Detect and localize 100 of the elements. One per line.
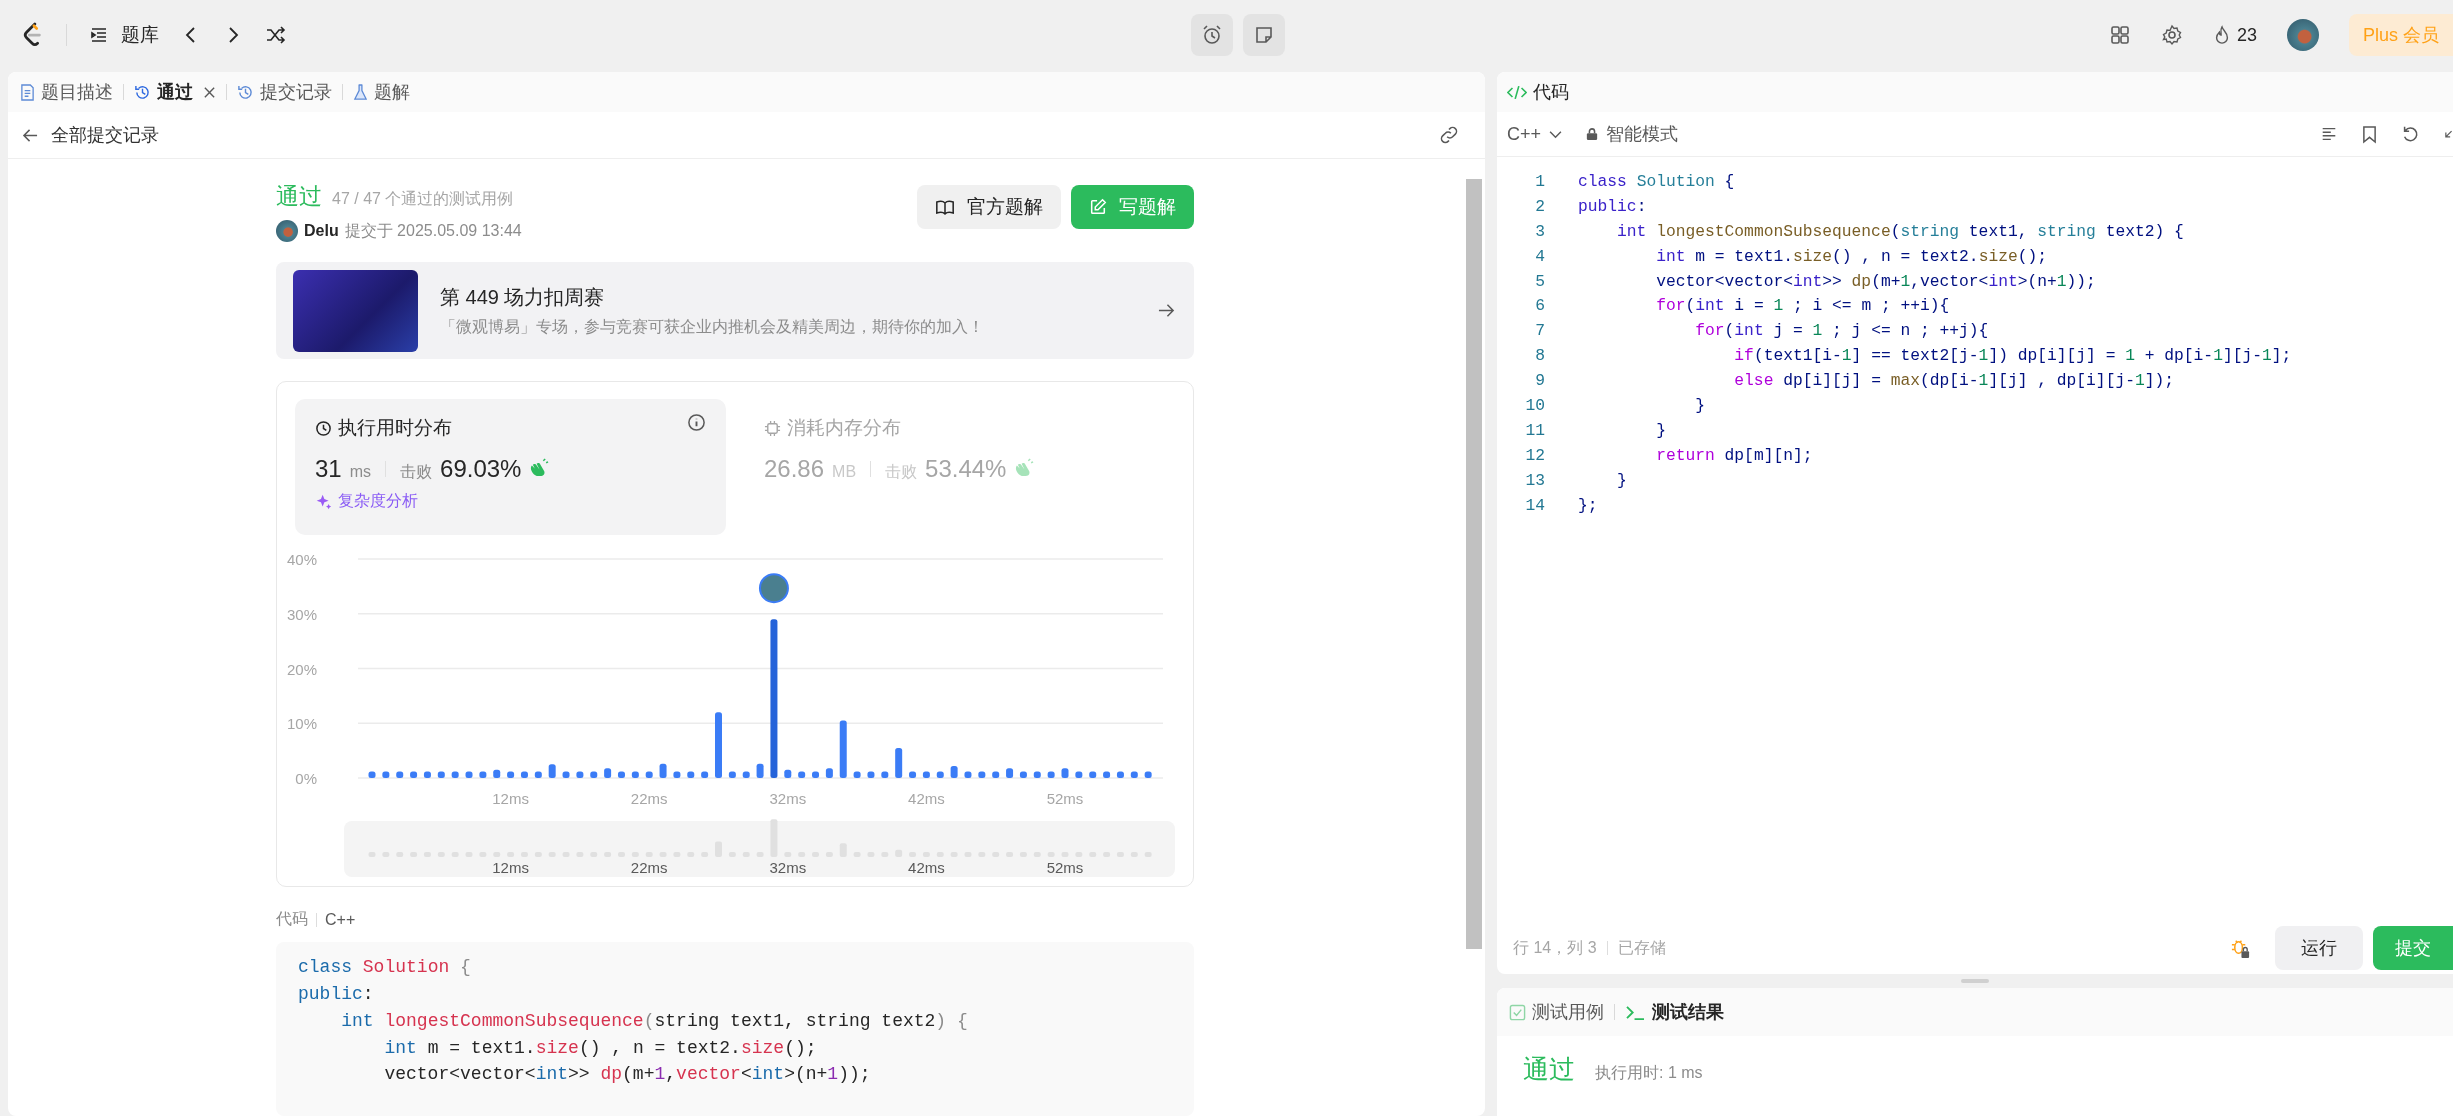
avatar[interactable] <box>2286 19 2319 51</box>
reset-icon[interactable] <box>2401 125 2419 143</box>
sparkle-icon <box>315 493 332 511</box>
code-line: return dp[m][n]; <box>1655 445 1813 465</box>
back-link[interactable]: 全部提交记录 <box>22 123 159 147</box>
beats-label: 击败 <box>400 462 433 483</box>
language-dropdown[interactable]: C++ <box>1507 123 1563 145</box>
panel-tab[interactable]: 提交记录 <box>237 75 332 109</box>
contest-banner[interactable]: 第 449 场力扣周赛 「微观博易」专场，参与竞赛可获企业内推机会及精美周边，期待你的加入！ <box>276 262 1194 360</box>
y-axis-label: 0% <box>295 770 317 788</box>
metric-unit: ms <box>349 463 372 482</box>
smart-mode-button[interactable]: 智能模式 <box>1586 122 1679 146</box>
user-avatar-marker <box>758 573 789 604</box>
submission-status: 通过 <box>276 182 322 211</box>
code-line: class Solution { <box>1578 171 1735 191</box>
book-icon <box>935 198 955 216</box>
code-line: for(int i = 1 ; i <= m ; ++i){ <box>1655 296 1950 316</box>
alarm-button[interactable] <box>1190 14 1233 56</box>
run-button[interactable]: 运行 <box>2275 926 2363 970</box>
bookmark-icon[interactable] <box>2362 124 2377 144</box>
code-line: for(int j = 1 ; j <= n ; ++j){ <box>1694 321 1989 341</box>
line-number: 13 <box>1524 470 1545 490</box>
editor-title: 代码 <box>1533 81 1569 104</box>
code-line: public: <box>1578 196 1647 216</box>
save-status: 已存储 <box>1617 937 1666 958</box>
test-cases-count: 47 / 47 个通过的测试用例 <box>332 189 514 209</box>
code-line: public: <box>298 983 375 1007</box>
username[interactable]: Delu <box>304 222 339 240</box>
shuffle-icon[interactable] <box>265 25 287 45</box>
chip-icon <box>764 419 781 437</box>
x-axis-label: 42ms <box>908 790 945 808</box>
problem-list-button[interactable]: 题库 <box>89 22 159 48</box>
edit-icon <box>1089 198 1107 216</box>
scrollbar-thumb[interactable] <box>1466 179 1482 949</box>
document-icon <box>20 83 35 101</box>
metric-title: 消耗内存分布 <box>787 416 901 441</box>
format-icon[interactable] <box>2320 125 2338 143</box>
console-tab[interactable]: 测试用例 <box>1509 995 1604 1029</box>
submission-time: 提交于 2025.05.09 13:44 <box>344 220 522 241</box>
overview-axis-label: 32ms <box>769 859 807 877</box>
line-number: 3 <box>1534 221 1545 241</box>
clock-icon <box>315 419 332 437</box>
history-icon <box>134 83 151 101</box>
y-axis-label: 30% <box>286 606 317 623</box>
terminal-icon <box>1625 1003 1646 1021</box>
y-axis-label: 20% <box>286 660 317 678</box>
banner-description: 「微观博易」专场，参与竞赛可获企业内推机会及精美周边，期待你的加入！ <box>440 316 985 337</box>
metric-card[interactable]: 执行用时分布 31 ms 击败 69.03% 复杂度分析 <box>295 399 726 536</box>
flask-icon <box>353 83 368 101</box>
overview-axis-label: 42ms <box>908 859 945 877</box>
line-number: 14 <box>1524 495 1545 515</box>
user-avatar <box>276 220 298 242</box>
logo-icon[interactable] <box>22 22 44 48</box>
line-number: 12 <box>1524 445 1545 465</box>
metric-value: 31 <box>315 455 342 484</box>
link-icon[interactable] <box>1439 125 1459 145</box>
note-button[interactable] <box>1242 14 1285 56</box>
grid-icon[interactable] <box>2108 24 2131 46</box>
code-line: int m = text1.size() , n = text2.size(); <box>383 1036 818 1060</box>
line-number: 6 <box>1534 296 1545 316</box>
console-tab[interactable]: 测试结果 <box>1625 995 1724 1029</box>
code-line: int longestCommonSubsequence(string text1, string text2) { <box>340 1009 969 1033</box>
checkbox-icon <box>1509 1003 1526 1021</box>
x-axis-label: 52ms <box>1046 790 1084 808</box>
official-solution-button[interactable]: 官方题解 <box>917 185 1061 229</box>
panel-tab[interactable]: 题目描述 <box>20 75 113 109</box>
clapping-hands-icon <box>529 458 551 478</box>
overview-bar <box>770 819 778 858</box>
code-line: int longestCommonSubsequence(string text1, string text2) { <box>1616 221 2184 241</box>
overview-axis-label: 52ms <box>1046 859 1084 877</box>
y-axis-label: 40% <box>286 551 317 569</box>
line-number: 1 <box>1534 171 1545 191</box>
lock-icon <box>1586 127 1599 141</box>
code-line: class Solution { <box>298 956 472 980</box>
language-label: C++ <box>325 910 356 929</box>
code-line: int m = text1.size() , n = text2.size(); <box>1655 246 2048 266</box>
arrow-left-icon <box>22 127 39 143</box>
metric-title: 执行用时分布 <box>338 416 452 441</box>
panel-tab[interactable]: 题解 <box>353 75 410 109</box>
resize-handle[interactable] <box>1961 979 1989 983</box>
overview-axis-label: 22ms <box>630 859 668 877</box>
code-line: } <box>1655 420 1666 440</box>
overview-axis-label: 12ms <box>492 859 529 877</box>
beats-percentage: 69.03% <box>440 455 522 484</box>
line-number: 9 <box>1534 371 1545 391</box>
code-line: if(text1[i-1] == text2[j-1]) dp[i][j] = 1 + dp[i-1][j-1]; <box>1733 346 2292 366</box>
chevron-down-icon <box>1549 129 1563 139</box>
complexity-analysis-link[interactable]: 复杂度分析 <box>315 491 418 513</box>
line-number: 4 <box>1534 246 1545 266</box>
line-number: 8 <box>1534 346 1545 366</box>
code-line: }; <box>1578 495 1598 515</box>
close-icon[interactable] <box>203 85 216 99</box>
settings-icon[interactable] <box>2160 24 2183 46</box>
x-axis-label: 12ms <box>492 790 529 808</box>
streak-count: 23 <box>2236 24 2257 46</box>
panel-tab[interactable]: 通过 <box>134 75 193 109</box>
clapping-hands-icon <box>1014 458 1036 478</box>
metric-value: 26.86 <box>764 455 825 484</box>
line-number: 10 <box>1524 395 1545 415</box>
info-icon[interactable] <box>687 413 706 433</box>
